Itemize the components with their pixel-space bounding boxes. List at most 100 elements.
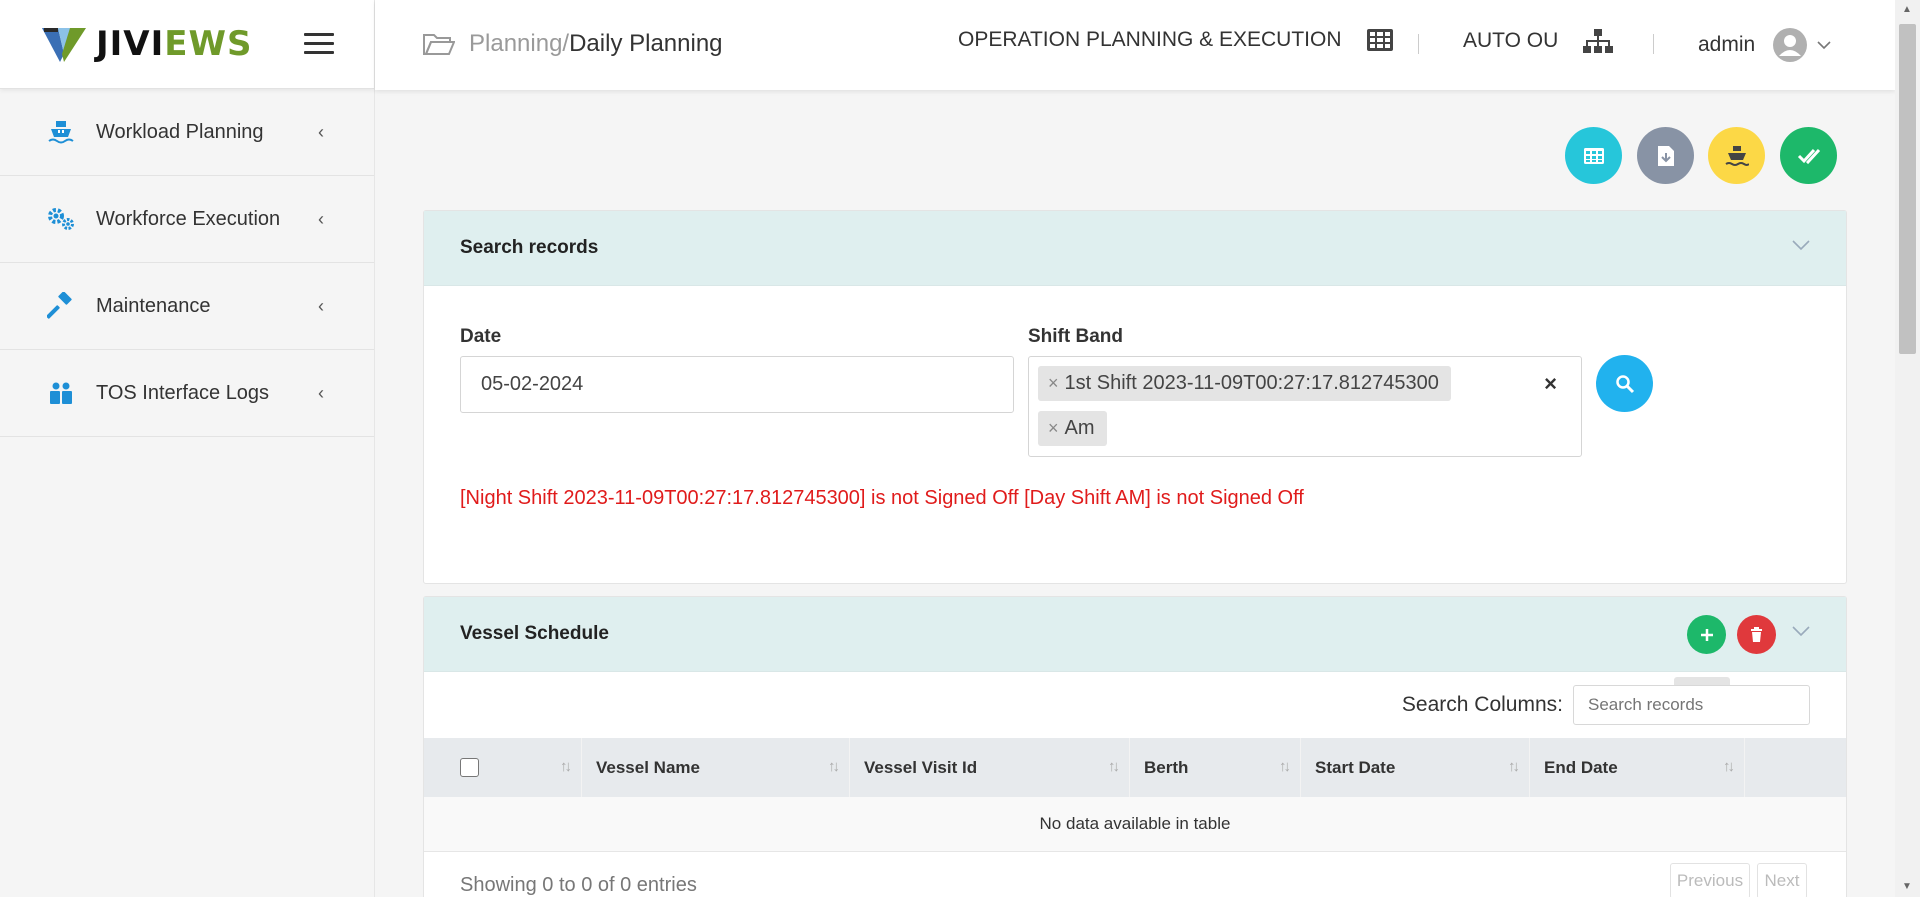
plus-icon (1700, 628, 1713, 641)
column-header-label: End Date (1544, 757, 1618, 777)
menu-toggle-icon[interactable] (304, 33, 334, 55)
users-box-icon (46, 378, 76, 408)
folder-open-icon (423, 34, 455, 55)
brand-name-part2: EWS (164, 24, 253, 64)
chevron-left-icon: ‹ (318, 121, 324, 142)
grid-icon (1366, 29, 1393, 51)
empty-table-message: No data available in table (424, 797, 1846, 852)
remove-chip-icon[interactable]: × (1048, 373, 1059, 394)
chevron-down-icon[interactable] (1792, 239, 1810, 251)
page-scrollbar[interactable]: ▲ ▼ (1895, 0, 1920, 897)
select-all-checkbox[interactable] (460, 758, 479, 777)
column-start-date[interactable]: Start Date ↑↓ (1301, 738, 1530, 797)
remove-chip-icon[interactable]: × (1048, 418, 1059, 439)
sort-icon: ↑↓ (1723, 758, 1735, 775)
next-page-button[interactable]: Next (1757, 863, 1807, 897)
breadcrumb-parent[interactable]: Planning (469, 30, 562, 58)
file-download-icon (1657, 145, 1674, 166)
sidebar-item-label: Workload Planning (96, 120, 264, 143)
vessel-schedule-header[interactable]: Vessel Schedule (424, 597, 1846, 672)
add-vessel-button[interactable] (1687, 615, 1726, 654)
column-vessel-visit-id[interactable]: Vessel Visit Id ↑↓ (850, 738, 1130, 797)
card-title: Search records (460, 237, 599, 258)
double-check-icon (1797, 148, 1820, 164)
column-end-date[interactable]: End Date ↑↓ (1530, 738, 1745, 797)
table-header-row: ↑↓ Vessel Name ↑↓ Vessel Visit Id ↑↓ Ber… (424, 738, 1846, 797)
sidebar-item-label: Maintenance (96, 294, 211, 317)
main-content: Search records Date Shift Band × 1st Shi… (375, 90, 1895, 897)
trash-icon (1751, 627, 1762, 642)
search-button[interactable] (1596, 355, 1653, 412)
sign-off-button[interactable] (1780, 127, 1837, 184)
shift-chip: × 1st Shift 2023-11-09T00:27:17.81274530… (1038, 366, 1451, 401)
sidebar-item-label: Workforce Execution (96, 207, 281, 230)
column-vessel-name[interactable]: Vessel Name ↑↓ (582, 738, 850, 797)
column-search: Search Columns: (1402, 685, 1810, 725)
search-records-card: Search records Date Shift Band × 1st Shi… (423, 210, 1847, 584)
delete-vessel-button[interactable] (1737, 615, 1776, 654)
divider (1418, 34, 1419, 54)
shift-band-label: Shift Band (1028, 326, 1123, 347)
hammer-icon (46, 291, 76, 321)
column-header-label: Vessel Name (596, 757, 700, 777)
column-header-label: Start Date (1315, 757, 1396, 777)
select-all-column: ↑↓ (424, 738, 582, 797)
table-info: Showing 0 to 0 of 0 entries (460, 874, 697, 896)
shift-chip-label: 1st Shift 2023-11-09T00:27:17.812745300 (1064, 372, 1439, 394)
scroll-down-arrow-icon[interactable]: ▼ (1902, 881, 1912, 892)
column-header-label: Vessel Visit Id (864, 757, 978, 777)
chevron-left-icon: ‹ (318, 382, 324, 403)
search-records-header[interactable]: Search records (424, 211, 1846, 286)
sort-icon: ↑↓ (1108, 758, 1120, 775)
org-unit-switcher[interactable]: AUTO OU (1463, 28, 1614, 54)
brand-name-part1: JIVI (96, 24, 165, 64)
module-switcher[interactable]: OPERATION PLANNING & EXECUTION (958, 28, 1394, 52)
scrollbar-thumb[interactable] (1899, 24, 1916, 354)
sitemap-icon (1583, 29, 1614, 53)
grid-view-button[interactable] (1565, 127, 1622, 184)
previous-page-button[interactable]: Previous (1670, 863, 1750, 897)
sidebar-item-workforce-execution[interactable]: Workforce Execution ‹ (0, 176, 374, 263)
sort-icon: ↑↓ (828, 758, 840, 775)
date-label: Date (460, 326, 502, 347)
shift-chip-label: Am (1064, 417, 1095, 439)
breadcrumb: Planning / Daily Planning (423, 30, 723, 58)
signoff-error-message: [Night Shift 2023-11-09T00:27:17.8127453… (460, 487, 1304, 509)
shift-chip: × Am (1038, 411, 1107, 446)
chevron-left-icon: ‹ (318, 208, 324, 229)
chevron-down-icon (1817, 41, 1831, 50)
sort-icon[interactable]: ↑↓ (560, 758, 572, 775)
breadcrumb-separator: / (562, 30, 570, 57)
date-field[interactable] (460, 356, 1014, 413)
table-icon (1583, 147, 1604, 164)
sidebar-item-maintenance[interactable]: Maintenance ‹ (0, 263, 374, 350)
ship-icon (1724, 145, 1749, 166)
scroll-up-arrow-icon[interactable]: ▲ (1902, 4, 1912, 15)
search-columns-input[interactable] (1573, 685, 1810, 725)
sort-icon: ↑↓ (1508, 758, 1520, 775)
divider (1653, 34, 1654, 54)
chevron-left-icon: ‹ (318, 295, 324, 316)
sidebar-item-workload-planning[interactable]: Workload Planning ‹ (0, 89, 374, 176)
sidebar-item-tos-interface-logs[interactable]: TOS Interface Logs ‹ (0, 350, 374, 437)
sort-icon: ↑↓ (1279, 758, 1291, 775)
topbar: Planning / Daily Planning OPERATION PLANNI… (375, 0, 1895, 90)
card-title: Vessel Schedule (460, 623, 609, 644)
clear-selection-icon[interactable]: × (1544, 371, 1557, 397)
column-header-label: Berth (1144, 757, 1189, 777)
ship-icon (46, 117, 76, 147)
brand-logo-icon (42, 28, 86, 62)
chevron-down-icon[interactable] (1792, 625, 1810, 637)
org-unit-name: AUTO OU (1463, 29, 1559, 52)
avatar (1773, 28, 1808, 62)
search-columns-label: Search Columns: (1401, 693, 1563, 716)
user-menu[interactable]: admin (1698, 28, 1831, 62)
shift-band-select[interactable]: × 1st Shift 2023-11-09T00:27:17.81274530… (1028, 356, 1582, 457)
download-button[interactable] (1637, 127, 1694, 184)
search-icon (1615, 374, 1634, 393)
breadcrumb-current: Daily Planning (569, 30, 723, 57)
column-berth[interactable]: Berth ↑↓ (1130, 738, 1301, 797)
sidebar: JIVIEWS Workload Planning ‹ Workforce Ex… (0, 0, 375, 897)
vessel-button[interactable] (1708, 127, 1765, 184)
vessel-schedule-card: Vessel Schedule Add Search Columns: ↑↓ V… (423, 596, 1847, 897)
